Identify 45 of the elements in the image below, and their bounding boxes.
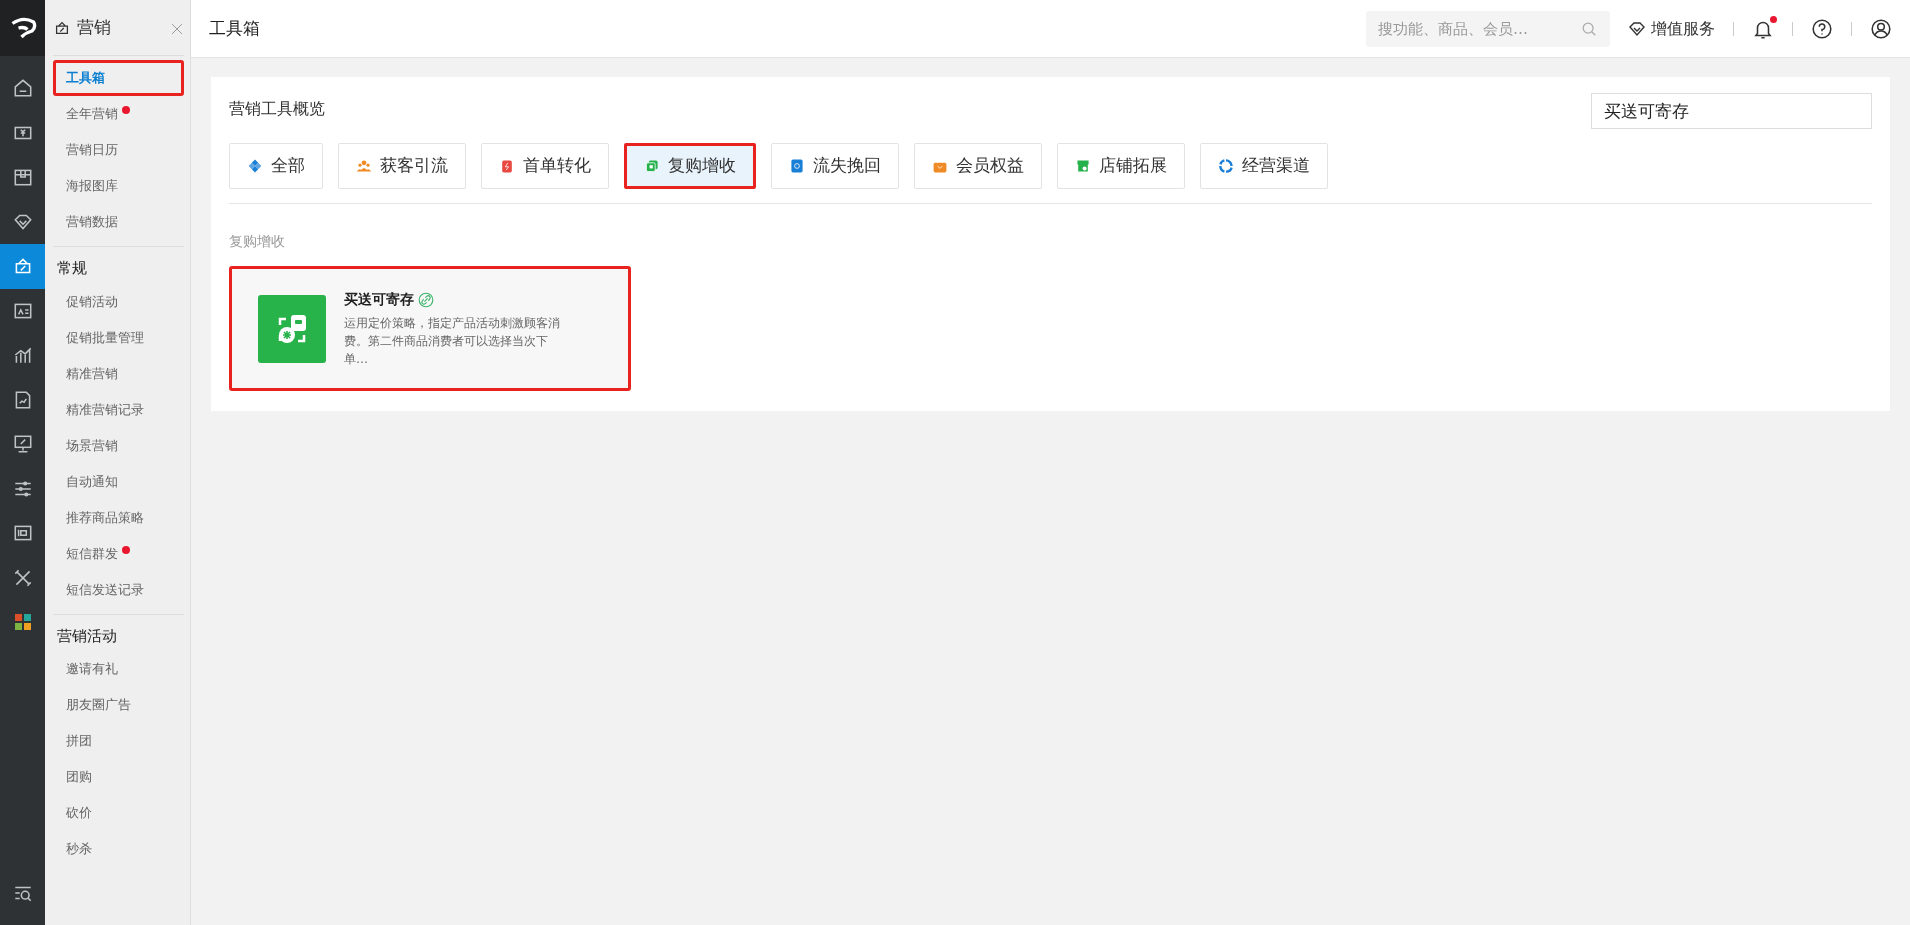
sidebar-item[interactable]: 秒杀 xyxy=(53,831,184,867)
category-tab[interactable]: 首单转化 xyxy=(481,143,609,189)
sidebar-item[interactable]: 促销活动 xyxy=(53,283,184,320)
category-tab[interactable]: 流失挽回 xyxy=(771,143,899,189)
sidebar-item[interactable]: 促销批量管理 xyxy=(53,319,184,356)
sidebar-item[interactable]: 海报图库 xyxy=(53,168,184,204)
category-tab[interactable]: 全部 xyxy=(229,143,323,189)
sidebar-item[interactable]: 场景营销 xyxy=(53,427,184,464)
sidebar-item[interactable]: 精准营销 xyxy=(53,355,184,392)
user-icon[interactable] xyxy=(1870,17,1892,40)
tool-card[interactable]: 买送可寄存 运用定价策略，指定产品活动刺激顾客消费。第二件商品消费者可以选择当次下单… xyxy=(229,266,631,391)
help-icon[interactable] xyxy=(1811,17,1833,40)
category-tab[interactable]: 经营渠道 xyxy=(1200,143,1328,189)
category-tab[interactable]: 店铺拓展 xyxy=(1057,143,1185,189)
sidebar-title: 营销 xyxy=(77,15,111,39)
sidebar-item[interactable]: 推荐商品策略 xyxy=(53,499,184,536)
value-added-service-button[interactable]: 增值服务 xyxy=(1627,16,1715,41)
group-heading: 营销活动 xyxy=(56,625,118,647)
sidebar-item[interactable]: 营销日历 xyxy=(53,132,184,168)
sidebar-item[interactable]: 团购 xyxy=(53,759,184,795)
category-tab[interactable]: 获客引流 xyxy=(338,143,466,189)
page-title: 工具箱 xyxy=(209,16,260,40)
apps-icon[interactable] xyxy=(12,612,33,633)
tool-description: 运用定价策略，指定产品活动刺激顾客消费。第二件商品消费者可以选择当次下单… xyxy=(344,315,561,368)
sidebar-item[interactable]: 精准营销记录 xyxy=(53,391,184,428)
category-tab[interactable]: 复购增收 xyxy=(624,143,756,189)
sidebar-item[interactable]: 自动通知 xyxy=(53,463,184,500)
sidebar-item[interactable]: 营销数据 xyxy=(53,204,184,240)
sidebar-item[interactable]: 邀请有礼 xyxy=(53,651,184,687)
sidebar-item[interactable]: 全年营销 xyxy=(53,96,184,132)
sidebar-item[interactable]: 工具箱 xyxy=(53,60,184,96)
tool-title: 买送可寄存 xyxy=(344,290,414,309)
category-tab[interactable]: 会员权益 xyxy=(914,143,1042,189)
search-field[interactable]: 搜功能、商品、会员… xyxy=(1366,10,1610,47)
sidebar-item[interactable]: 拼团 xyxy=(53,723,184,759)
group-heading: 常规 xyxy=(56,258,88,279)
sidebar-item[interactable]: 朋友圈广告 xyxy=(53,687,184,723)
sidebar-item[interactable]: 短信发送记录 xyxy=(53,571,184,608)
search-input[interactable]: 买送可寄存 xyxy=(1591,93,1872,129)
sidebar-item[interactable]: 砍价 xyxy=(53,795,184,831)
section-title: 营销工具概览 xyxy=(229,98,325,120)
section-label: 复购增收 xyxy=(229,232,286,251)
link-icon xyxy=(418,291,434,308)
sidebar-item[interactable]: 短信群发 xyxy=(53,535,184,572)
tool-icon xyxy=(258,294,326,363)
